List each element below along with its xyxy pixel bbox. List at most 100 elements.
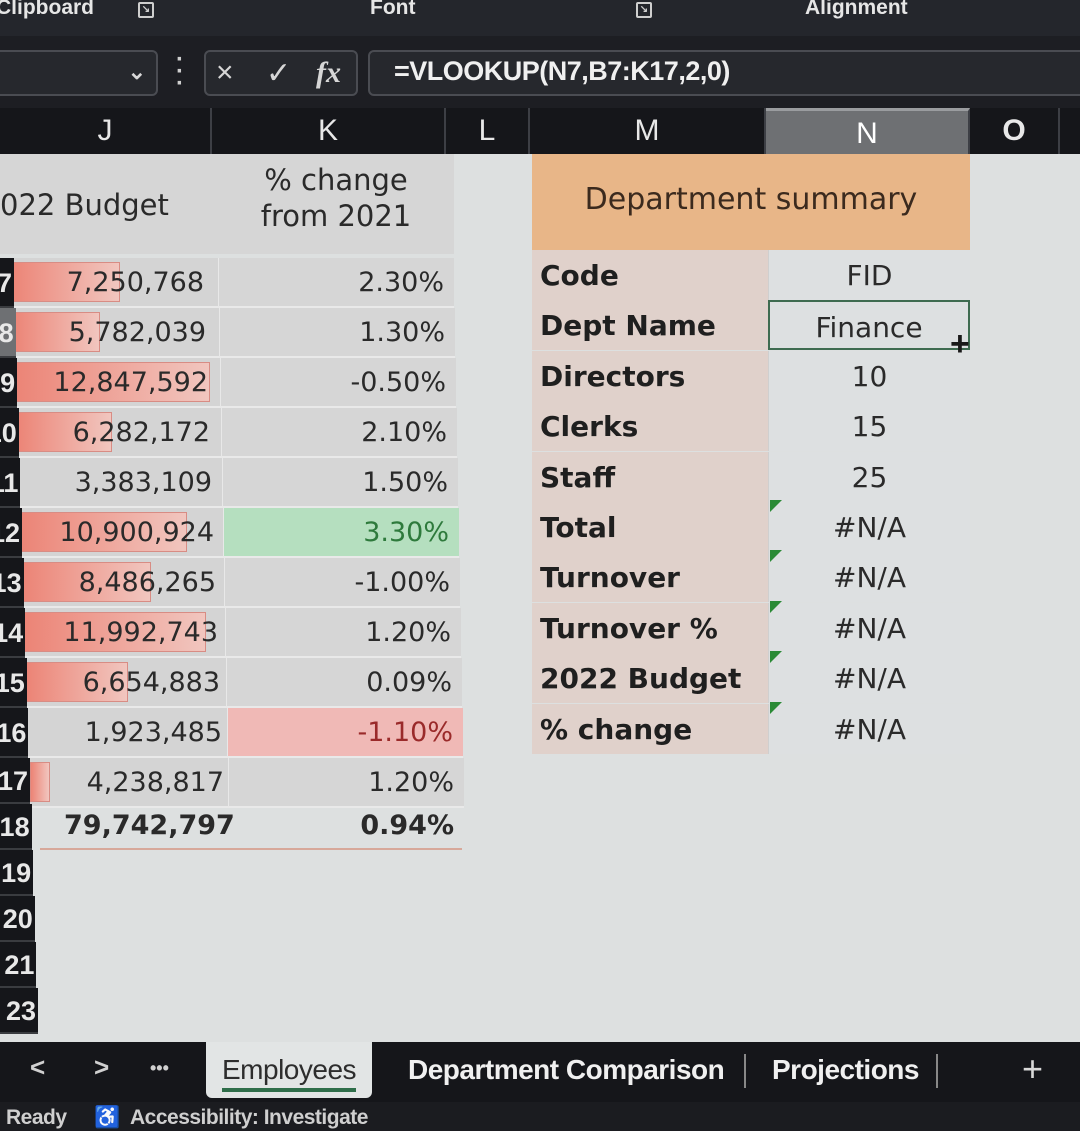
formula-bar: ⌄ · · · × ✓ fx =VLOOKUP(N7,B7:K17,2,0) — [0, 36, 1080, 108]
summary-value[interactable]: #N/A — [768, 502, 970, 552]
budget-cell[interactable]: 7,250,768 — [0, 258, 218, 308]
cancel-icon[interactable]: × — [216, 56, 234, 90]
summary-value[interactable]: 10 — [768, 351, 970, 401]
row-header-21[interactable]: 21 — [0, 942, 37, 988]
summary-label[interactable]: % change — [532, 704, 768, 754]
change-cell[interactable]: 3.30% — [223, 508, 459, 558]
row-header-13[interactable]: 13 — [0, 558, 24, 608]
active-cell[interactable]: Finance — [768, 300, 970, 350]
tab-employees[interactable]: Employees — [206, 1042, 373, 1098]
accessibility-icon[interactable]: ♿ — [94, 1106, 120, 1130]
row-header-14[interactable]: 14 — [0, 608, 26, 658]
change-cell[interactable]: -1.00% — [224, 558, 460, 608]
budget-cell[interactable]: 6,282,172 — [6, 408, 224, 458]
row-header-19[interactable]: 19 — [0, 850, 34, 896]
change-cell[interactable]: -1.10% — [227, 708, 463, 758]
change-cell[interactable]: 0.09% — [226, 658, 462, 708]
summary-value[interactable]: 25 — [768, 452, 970, 502]
change-cell[interactable]: 1.20% — [225, 608, 461, 658]
column-header-n[interactable]: N — [766, 108, 970, 154]
insert-function-icon[interactable]: fx — [316, 56, 341, 90]
accessibility-status[interactable]: Accessibility: Investigate — [130, 1106, 368, 1130]
tab-department-comparison[interactable]: Department Comparison — [408, 1042, 725, 1098]
tab-divider — [744, 1054, 746, 1088]
budget-value: 3,383,109 — [74, 467, 212, 498]
summary-label[interactable]: Staff — [532, 452, 768, 502]
summary-value[interactable]: FID — [768, 250, 970, 300]
summary-label[interactable]: Dept Name — [532, 300, 768, 350]
change-cell[interactable]: 1.20% — [228, 758, 464, 808]
prev-sheet-icon[interactable]: < — [30, 1052, 45, 1083]
change-cell[interactable]: -0.50% — [220, 358, 456, 408]
budget-cell[interactable]: 5,782,039 — [2, 308, 220, 358]
error-indicator-icon[interactable] — [770, 702, 782, 714]
summary-label[interactable]: 2022 Budget — [532, 653, 768, 703]
summary-label[interactable]: Turnover — [532, 552, 768, 602]
row-header-7[interactable]: 7 — [0, 258, 14, 308]
clipboard-launcher-icon[interactable]: ↘ — [138, 2, 154, 18]
change-cell[interactable]: 1.30% — [219, 308, 455, 358]
error-indicator-icon[interactable] — [770, 550, 782, 562]
row-header-12[interactable]: 12 — [0, 508, 22, 558]
budget-cell[interactable]: 3,383,109 — [8, 458, 226, 508]
budget-cell[interactable]: 1,923,485 — [18, 708, 236, 758]
row-header-16[interactable]: 16 — [0, 708, 29, 758]
budget-cell[interactable]: 10,900,924 — [10, 508, 228, 558]
error-indicator-icon[interactable] — [770, 500, 782, 512]
error-indicator-icon[interactable] — [770, 601, 782, 613]
row-header-15[interactable]: 15 — [0, 658, 27, 708]
summary-label[interactable]: Code — [532, 250, 768, 300]
row-header-17[interactable]: 17 — [0, 758, 30, 804]
budget-cell[interactable]: 6,654,883 — [16, 658, 234, 708]
enter-icon[interactable]: ✓ — [266, 56, 291, 91]
row-header-18[interactable]: 18 — [0, 804, 32, 850]
row-header-23[interactable]: 23 — [0, 988, 38, 1034]
budget-cell[interactable]: 11,992,743 — [14, 608, 232, 658]
row-header-11[interactable]: 11 — [0, 458, 21, 508]
budget-value: 4,238,817 — [86, 767, 224, 798]
summary-value[interactable]: 15 — [768, 401, 970, 451]
budget-cell[interactable]: 8,486,265 — [12, 558, 230, 608]
column-header-o[interactable]: O — [970, 108, 1060, 154]
next-sheet-icon[interactable]: > — [94, 1052, 109, 1083]
ribbon-group-font: Font — [370, 0, 416, 19]
column-header-m[interactable]: M — [530, 108, 766, 154]
budget-cell[interactable]: 4,238,817 — [20, 758, 238, 808]
row-header-9[interactable]: 9 — [0, 358, 18, 408]
change-cell[interactable]: 2.10% — [221, 408, 457, 458]
error-indicator-icon[interactable] — [770, 651, 782, 663]
change-cell[interactable]: 1.50% — [222, 458, 458, 508]
summary-label[interactable]: Clerks — [532, 401, 768, 451]
font-launcher-icon[interactable]: ↘ — [636, 2, 652, 18]
column-header-l[interactable]: L — [446, 108, 530, 154]
total-budget: 79,742,797 — [64, 810, 235, 841]
spreadsheet-grid[interactable]: 022 Budget % change from 2021 7,250,768 2… — [0, 154, 1080, 1042]
row-header-10[interactable]: 10 — [0, 408, 19, 458]
summary-label[interactable]: Total — [532, 502, 768, 552]
summary-value[interactable]: #N/A — [768, 653, 970, 703]
summary-value[interactable]: #N/A — [768, 704, 970, 754]
column-header-k[interactable]: K — [212, 108, 446, 154]
status-ready: Ready — [6, 1106, 67, 1129]
row-header-20[interactable]: 20 — [0, 896, 35, 942]
column-header-j[interactable]: J — [0, 108, 212, 154]
summary-value[interactable]: #N/A — [768, 603, 970, 653]
summary-label[interactable]: Turnover % — [532, 603, 768, 653]
budget-value: 10,900,924 — [59, 517, 214, 548]
more-sheets-icon[interactable]: ••• — [150, 1058, 169, 1079]
department-summary-title[interactable]: Department summary — [532, 154, 970, 250]
chevron-down-icon[interactable]: ⌄ — [128, 59, 146, 85]
summary-label[interactable]: Directors — [532, 351, 768, 401]
formula-input[interactable]: =VLOOKUP(N7,B7:K17,2,0) — [368, 50, 1080, 96]
more-options-icon[interactable]: · · · — [176, 48, 184, 96]
add-sheet-icon[interactable]: + — [1022, 1048, 1043, 1090]
summary-value[interactable]: #N/A — [768, 552, 970, 602]
total-row[interactable]: 79,742,797 0.94% — [40, 804, 462, 850]
total-change: 0.94% — [360, 810, 454, 841]
tab-projections[interactable]: Projections — [772, 1042, 919, 1098]
row-header-8[interactable]: 8 — [0, 308, 16, 358]
name-box[interactable]: ⌄ — [0, 50, 158, 96]
fill-handle-cursor-icon: + — [950, 325, 970, 363]
change-cell[interactable]: 2.30% — [218, 258, 454, 308]
budget-cell[interactable]: 12,847,592 — [4, 358, 222, 408]
